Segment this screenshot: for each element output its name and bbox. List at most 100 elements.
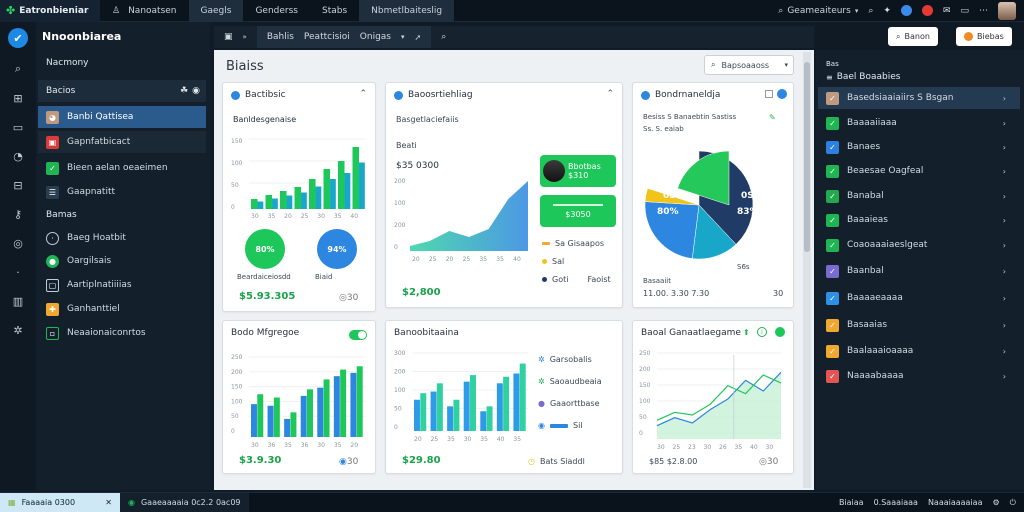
- card-3-blue-dot-icon[interactable]: [777, 89, 787, 99]
- sparkle-icon[interactable]: ✦: [883, 6, 891, 16]
- right-panel-item-7[interactable]: ✓ Coaoaaaiaeslgeat ›: [818, 234, 1020, 256]
- card-1-ring-green: 80%: [245, 229, 285, 269]
- toolbar-search-icon[interactable]: ⌕: [441, 32, 446, 42]
- sidebar-item-3[interactable]: ✓ Bieen aelan oeaeimen: [38, 157, 206, 179]
- status-tab-1[interactable]: ▦ Faaaaia 0300 ✕: [0, 492, 120, 512]
- right-panel-item-2[interactable]: ✓ Baaaaiiaaa ›: [818, 112, 1020, 134]
- card-1-settings-icon[interactable]: ◎ 30: [339, 293, 358, 303]
- settings-rail-icon[interactable]: ◎: [10, 235, 26, 251]
- right-panel-btn-2[interactable]: Biebas: [956, 27, 1012, 46]
- search-rail-icon[interactable]: ⌕: [10, 61, 26, 77]
- monitor-rail-icon[interactable]: ▭: [10, 119, 26, 135]
- arrow-icon[interactable]: ➚: [415, 33, 422, 42]
- collapse-chevron-icon[interactable]: ⌃: [606, 89, 614, 99]
- top-search[interactable]: ⌕ Geameaiteurs ▾: [778, 6, 858, 16]
- chevron-right-icon[interactable]: »: [243, 33, 247, 41]
- y-tick-label: 0: [639, 430, 643, 437]
- bar: [463, 381, 470, 431]
- top-tab-4[interactable]: Stabs: [310, 0, 359, 22]
- sidebar-section-item-3[interactable]: ▢ Aartiplnatiiiias: [38, 274, 206, 296]
- right-panel-item-8[interactable]: ✓ Baanbal ›: [818, 260, 1020, 282]
- panel-toggle-icon[interactable]: ▣: [224, 32, 233, 42]
- settings-icon[interactable]: ⚙: [993, 498, 1000, 507]
- right-panel-item-4[interactable]: ✓ Beaesae Oagfeal ›: [818, 160, 1020, 182]
- card-5-legend-1: ✲ Garsobalis: [538, 355, 592, 364]
- collapse-chevron-icon[interactable]: ⌃: [359, 89, 367, 99]
- right-panel-item-5[interactable]: ✓ Banabal ›: [818, 185, 1020, 207]
- puzzle-icon: ✚: [46, 302, 59, 316]
- toolbar-item-2[interactable]: Peattcisioi: [304, 32, 350, 42]
- card-3-edit-icon[interactable]: ✎: [769, 113, 776, 122]
- card-4-toggle[interactable]: [349, 330, 367, 340]
- right-panel-item-6[interactable]: ✓ Baaaieas ›: [818, 209, 1020, 231]
- sidebar-section-item-4[interactable]: ✚ Ganhanttiel: [38, 298, 206, 320]
- chat-icon[interactable]: ▭: [960, 6, 969, 16]
- card-6-info-icon[interactable]: i: [757, 327, 767, 337]
- card-4-settings-icon[interactable]: ◉ 30: [339, 457, 358, 467]
- leaf-icon[interactable]: ☘: [180, 86, 188, 96]
- table-rail-icon[interactable]: ⊟: [10, 177, 26, 193]
- circle-icon: ◉: [538, 421, 545, 430]
- user-avatar[interactable]: [998, 1, 1016, 20]
- search-icon-2[interactable]: ⌕: [868, 6, 873, 16]
- top-tab-5[interactable]: Nbmetlbaiteslig: [359, 0, 455, 22]
- close-icon[interactable]: ✕: [105, 498, 112, 507]
- right-panel-item-10[interactable]: ✓ Basaaias ›: [818, 314, 1020, 336]
- toolbar-item-1[interactable]: Bahlis: [267, 32, 294, 42]
- sidebar-item-2[interactable]: ▣ Gapnfatbicact: [38, 131, 206, 153]
- square-green-icon: ▫: [46, 326, 59, 340]
- sidebar-group-header[interactable]: Bacios ☘ ◉: [38, 80, 206, 102]
- filter-dropdown[interactable]: ⌕ Bapsoaaoss ▾: [704, 55, 794, 75]
- book-rail-icon[interactable]: ▥: [10, 293, 26, 309]
- card-3-subtitle: Besiss S Banaebtin Sastiss: [643, 113, 737, 121]
- right-panel-item-9[interactable]: ✓ Baaaaeaaaa ›: [818, 287, 1020, 309]
- gear-rail-icon[interactable]: ✲: [10, 322, 26, 338]
- y-tick-label: 200: [639, 366, 651, 373]
- card-6-settings-icon[interactable]: ◎ 30: [759, 457, 778, 467]
- status-tab-2[interactable]: ◉ Gaaeaaaaia 0c2.2 0ac09: [120, 492, 249, 512]
- globe-icon[interactable]: [900, 5, 912, 16]
- card-6-pin-icon[interactable]: ⬆: [743, 328, 750, 337]
- app-logo-icon[interactable]: ✔: [8, 28, 28, 48]
- right-panel-item-11[interactable]: ✓ Baalaaaioaaaa ›: [818, 340, 1020, 362]
- top-tab-2[interactable]: Gaegls: [188, 0, 244, 22]
- grid-rail-icon[interactable]: ⊞: [10, 90, 26, 106]
- key-rail-icon[interactable]: ⚷: [10, 206, 26, 222]
- chevron-down-icon[interactable]: ▾: [401, 33, 405, 41]
- bar: [267, 405, 274, 437]
- x-tick-label: 40: [350, 213, 358, 220]
- card-5-title: Banoobitaaina: [394, 328, 459, 338]
- main-scrollbar-thumb[interactable]: [804, 62, 810, 252]
- sidebar-section-item-5[interactable]: ▫ Neaaionaiconrtos: [38, 322, 206, 344]
- sidebar-item-1[interactable]: ◕ Banbi Qattisea: [38, 106, 206, 128]
- chevron-down-icon: ▾: [784, 61, 788, 69]
- bar: [251, 404, 257, 437]
- notification-icon[interactable]: [921, 5, 933, 16]
- right-panel-item-3[interactable]: ✓ Banaes ›: [818, 136, 1020, 158]
- card-6-circle-icon[interactable]: [775, 327, 785, 337]
- right-panel-btn-1[interactable]: ⌕ Banon: [888, 27, 938, 46]
- card-3-window-icon[interactable]: [765, 90, 773, 98]
- sidebar-section-item-1[interactable]: · Baeg Hoatbit: [38, 227, 206, 249]
- chat-rail-icon[interactable]: ◔: [10, 148, 26, 164]
- globe-icon[interactable]: ◉: [192, 86, 200, 96]
- mail-icon[interactable]: ✉: [943, 6, 951, 16]
- divider-rail-icon: ·: [16, 265, 20, 279]
- top-tab-1-label: Nanoatsen: [128, 5, 177, 16]
- app-brand[interactable]: ✤ Eatronbieniar: [0, 0, 100, 22]
- top-tab-1[interactable]: ♙ Nanoatsen: [100, 0, 189, 22]
- sidebar-section-item-2[interactable]: ● Oargilsais: [38, 250, 206, 272]
- sidebar-item-4[interactable]: ☰ Gaapnatitt: [38, 181, 206, 203]
- bar: [356, 366, 363, 437]
- bar: [344, 173, 351, 209]
- sidebar-item-2-label: Gapnfatbicact: [67, 137, 131, 147]
- power-icon[interactable]: ⏻: [1010, 498, 1016, 508]
- right-panel-item-1[interactable]: ✓ Basedsiaaiaiirs S Bsgan ›: [818, 87, 1020, 109]
- toolbar-item-3[interactable]: Onigas: [360, 32, 391, 42]
- card-baoosrtiehliag: Baoosrtiehliag ⌃ Basgetlaciefaiis Beati …: [385, 82, 623, 308]
- card-3-header: Bondrnaneldja: [641, 90, 720, 100]
- more-icon[interactable]: ⋯: [979, 6, 988, 16]
- top-tab-3[interactable]: Genderss: [243, 0, 310, 22]
- right-panel-item-12[interactable]: ✓ Naaaabaaaa ›: [818, 365, 1020, 387]
- bar: [300, 395, 307, 437]
